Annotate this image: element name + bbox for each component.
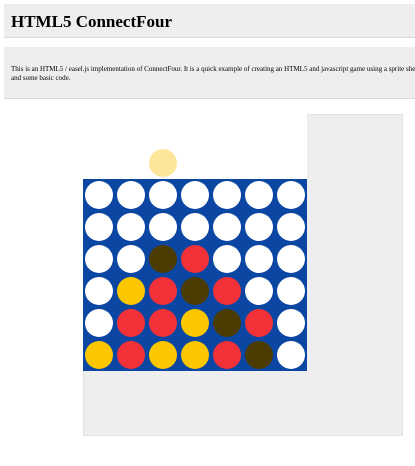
board-slot-r5-c7-empty[interactable] (277, 309, 305, 337)
board-slot-r4-c3-red[interactable] (149, 277, 177, 305)
board-slot-r3-c2-empty[interactable] (117, 245, 145, 273)
board-slot-r2-c2-empty[interactable] (117, 213, 145, 241)
page-title: HTML5 ConnectFour (11, 12, 173, 31)
board-slot-r1-c4-empty[interactable] (181, 181, 209, 209)
board-slot-r6-c1-yellow[interactable] (85, 341, 113, 369)
board-slot-r5-c1-empty[interactable] (85, 309, 113, 337)
board-slot-r4-c4-dark[interactable] (181, 277, 209, 305)
board-slot-r1-c5-empty[interactable] (213, 181, 241, 209)
board-slot-r6-c5-red[interactable] (213, 341, 241, 369)
game-canvas[interactable] (83, 114, 307, 371)
board-slot-r1-c1-empty[interactable] (85, 181, 113, 209)
board-slot-r3-c5-empty[interactable] (213, 245, 241, 273)
board-slot-r4-c6-empty[interactable] (245, 277, 273, 305)
board-slot-r1-c7-empty[interactable] (277, 181, 305, 209)
board-slot-r4-c2-yellow[interactable] (117, 277, 145, 305)
board-slot-r5-c4-yellow[interactable] (181, 309, 209, 337)
board-slot-r6-c3-yellow[interactable] (149, 341, 177, 369)
board-slot-r1-c2-empty[interactable] (117, 181, 145, 209)
board-slot-r6-c6-dark[interactable] (245, 341, 273, 369)
board-slot-r3-c4-red[interactable] (181, 245, 209, 273)
board-slot-r3-c1-empty[interactable] (85, 245, 113, 273)
header-bar: HTML5 ConnectFour (4, 4, 415, 38)
board-slot-r2-c5-empty[interactable] (213, 213, 241, 241)
board-slot-r4-c5-red[interactable] (213, 277, 241, 305)
board-slot-r5-c2-red[interactable] (117, 309, 145, 337)
board-slot-r3-c3-dark[interactable] (149, 245, 177, 273)
board-slot-r2-c6-empty[interactable] (245, 213, 273, 241)
board-slot-r2-c3-empty[interactable] (149, 213, 177, 241)
board-slot-r4-c7-empty[interactable] (277, 277, 305, 305)
board-slot-r2-c7-empty[interactable] (277, 213, 305, 241)
board-slot-r3-c6-empty[interactable] (245, 245, 273, 273)
description-panel: This is an HTML5 / easel.js implementati… (4, 47, 415, 99)
board-slot-r5-c6-red[interactable] (245, 309, 273, 337)
description-text: This is an HTML5 / easel.js implementati… (11, 65, 415, 82)
board-slot-r1-c6-empty[interactable] (245, 181, 273, 209)
board-slot-r2-c4-empty[interactable] (181, 213, 209, 241)
board-slot-r4-c1-empty[interactable] (85, 277, 113, 305)
board-slot-r6-c7-empty[interactable] (277, 341, 305, 369)
board-slot-r2-c1-empty[interactable] (85, 213, 113, 241)
board-slot-r5-c3-red[interactable] (149, 309, 177, 337)
preview-disc[interactable] (149, 149, 177, 177)
board-slot-r1-c3-empty[interactable] (149, 181, 177, 209)
board-slot-r5-c5-dark[interactable] (213, 309, 241, 337)
board-slot-r6-c2-red[interactable] (117, 341, 145, 369)
game-board[interactable] (83, 179, 307, 371)
board-slot-r3-c7-empty[interactable] (277, 245, 305, 273)
board-slot-r6-c4-yellow[interactable] (181, 341, 209, 369)
